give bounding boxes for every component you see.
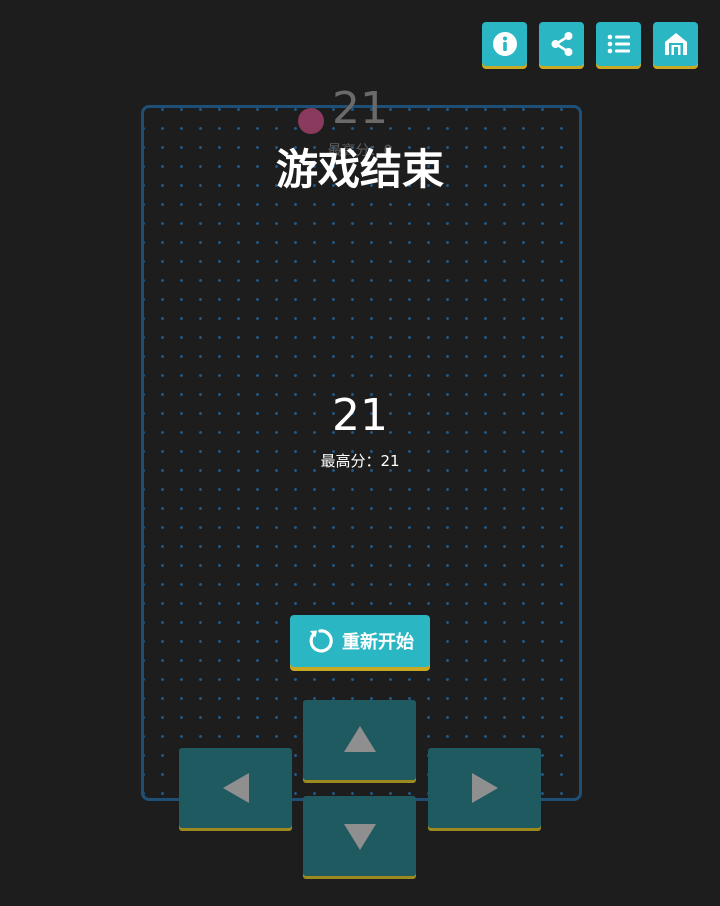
info-button[interactable] [482, 22, 527, 66]
right-button[interactable] [428, 748, 541, 828]
toolbar [482, 22, 698, 66]
restart-label: 重新开始 [342, 632, 414, 653]
best-score: 最高分：21 [320, 452, 400, 470]
background-score: 21 [332, 83, 388, 134]
info-icon [492, 32, 517, 56]
share-button[interactable] [539, 22, 584, 66]
final-score: 21 [332, 390, 388, 441]
arrow-down-icon [343, 824, 376, 850]
up-button[interactable] [303, 700, 416, 780]
game-screen: 21 最高分：0 游戏结束 21 最高分：21 重新开始 [0, 0, 720, 906]
restart-icon [309, 629, 333, 653]
home-button[interactable] [653, 22, 698, 66]
share-icon [551, 32, 572, 56]
left-button[interactable] [179, 748, 292, 828]
game-over-title: 游戏结束 [275, 145, 444, 194]
arrow-up-icon [343, 726, 376, 752]
arrow-left-icon [222, 773, 249, 803]
list-button[interactable] [596, 22, 641, 66]
list-icon [607, 34, 630, 54]
restart-button[interactable]: 重新开始 [290, 615, 430, 667]
home-icon [664, 33, 687, 55]
arrow-right-icon [471, 773, 498, 803]
down-button[interactable] [303, 796, 416, 876]
